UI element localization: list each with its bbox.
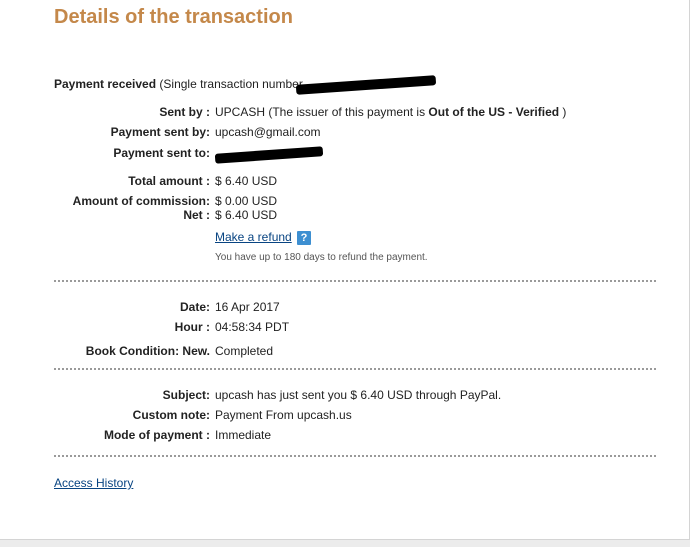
- sent-by-issuer: UPCASH (The issuer of this payment is: [215, 105, 429, 119]
- hour-row: Hour : 04:58:34 PDT: [40, 319, 640, 335]
- book-condition-value: Completed: [215, 344, 274, 358]
- make-refund-link[interactable]: Make a refund: [215, 230, 292, 244]
- total-amount-value: $ 6.40 USD: [215, 174, 278, 188]
- payment-sent-to-row: Payment sent to:: [40, 145, 640, 164]
- sent-by-close: ): [559, 105, 567, 119]
- sent-by-value: UPCASH (The issuer of this payment is Ou…: [215, 104, 566, 120]
- divider: [54, 455, 656, 457]
- payment-sent-by-row: Payment sent by: upcash@gmail.com: [40, 124, 640, 140]
- access-history-link[interactable]: Access History: [54, 476, 133, 490]
- payment-received-line: Payment received (Single transaction num…: [54, 74, 437, 95]
- book-condition-row: Book Condition: New. Completed: [40, 343, 640, 359]
- payment-sent-by-label: Payment sent by:: [110, 125, 210, 139]
- date-label: Date:: [179, 300, 210, 314]
- hour-label: Hour :: [174, 320, 210, 334]
- subject-value: upcash has just sent you $ 6.40 USD thro…: [215, 388, 502, 402]
- redacted-transaction-number: [295, 74, 437, 95]
- redacted-recipient-email: [214, 146, 324, 164]
- page-bottom-border: [0, 539, 690, 547]
- custom-note-row: Custom note: Payment From upcash.us: [40, 407, 640, 423]
- sent-by-label: Sent by :: [159, 105, 210, 119]
- net-row: Net : $ 6.40 USD: [40, 207, 640, 223]
- divider: [54, 368, 656, 370]
- payment-mode-row: Mode of payment : Immediate: [40, 427, 640, 443]
- hour-value: 04:58:34 PDT: [215, 320, 290, 334]
- net-value: $ 6.40 USD: [215, 208, 278, 222]
- net-label: Net :: [183, 208, 210, 222]
- subject-row: Subject: upcash has just sent you $ 6.40…: [40, 387, 640, 403]
- payment-mode-value: Immediate: [215, 428, 272, 442]
- refund-note: You have up to 180 days to refund the pa…: [215, 252, 428, 263]
- payment-mode-label: Mode of payment :: [103, 428, 210, 442]
- transaction-details-page: Details of the transaction Payment recei…: [0, 0, 690, 547]
- subject-label: Subject:: [162, 388, 210, 402]
- payment-received-label: Payment received: [54, 77, 157, 91]
- custom-note-value: Payment From upcash.us: [215, 408, 352, 422]
- payment-sent-to-value: [214, 145, 324, 164]
- transaction-number-prefix: (Single transaction number: [159, 77, 303, 91]
- total-amount-label: Total amount :: [128, 174, 210, 188]
- total-amount-row: Total amount : $ 6.40 USD: [40, 173, 640, 189]
- date-row: Date: 16 Apr 2017: [40, 299, 640, 315]
- custom-note-label: Custom note:: [132, 408, 210, 422]
- payment-sent-to-label: Payment sent to:: [113, 146, 210, 160]
- sent-by-verification: Out of the US - Verified: [428, 105, 560, 119]
- sent-by-row: Sent by : UPCASH (The issuer of this pay…: [40, 104, 640, 120]
- payment-sent-by-value: upcash@gmail.com: [215, 125, 321, 139]
- book-condition-label: Book Condition: New.: [85, 344, 210, 358]
- divider: [54, 280, 656, 282]
- date-value: 16 Apr 2017: [215, 300, 280, 314]
- help-icon[interactable]: ?: [297, 231, 311, 245]
- page-title: Details of the transaction: [54, 6, 293, 28]
